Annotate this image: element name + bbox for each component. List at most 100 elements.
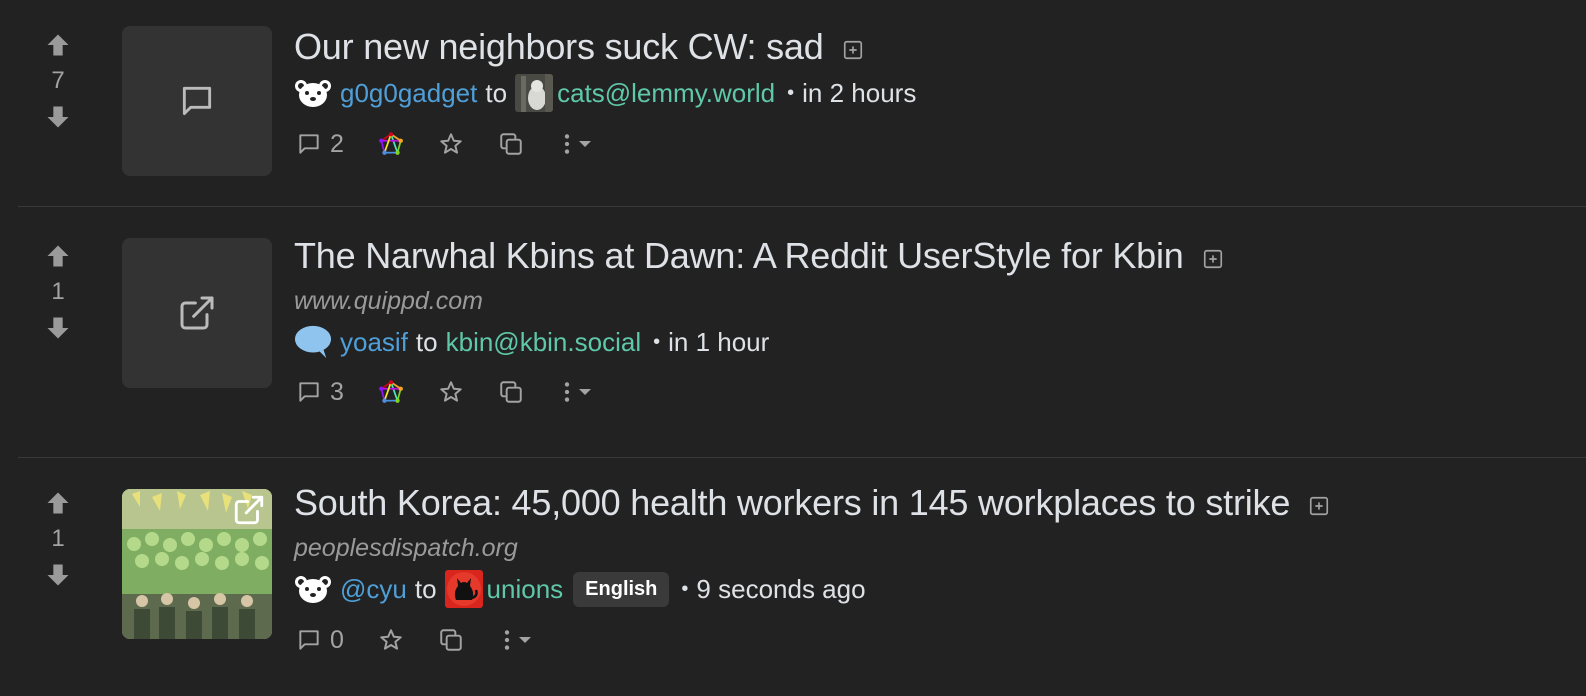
vote-column: 7 [40,30,76,132]
to-label: to [485,77,508,108]
post-actions: 3 [296,374,594,410]
post-author[interactable]: yoasif [340,327,408,358]
post-title-row: Our new neighbors suck CW: sad [294,26,864,68]
post-feed: 7 Our new neighbors suck CW: sad g0g0gad… [0,0,1586,696]
speech-bubble-avatar-icon [294,325,332,359]
meta-separator: • [653,330,661,353]
language-badge: English [573,571,670,607]
meta-separator: • [787,81,795,104]
cat-photo-icon [515,74,554,112]
post-score: 7 [51,67,65,94]
post-title[interactable]: South Korea: 45,000 health workers in 14… [294,482,1290,524]
vote-column: 1 [40,488,76,590]
user-avatar[interactable] [294,570,332,608]
to-label: to [415,326,438,357]
downvote-button[interactable] [43,313,73,343]
post-score: 1 [51,278,65,305]
arrow-up-icon [47,245,69,267]
crosspost-button[interactable] [498,379,524,405]
comment-icon [299,630,319,650]
comments-button[interactable]: 3 [296,378,344,407]
user-avatar[interactable] [294,323,332,361]
post-author[interactable]: @cyu [340,574,407,605]
comments-button[interactable]: 2 [296,130,344,159]
copy-icon [500,381,522,403]
vote-column: 1 [40,241,76,343]
external-link-icon [234,495,264,525]
black-cat-logo-icon [444,570,483,608]
arrow-down-icon [47,106,69,128]
post-listing: 7 Our new neighbors suck CW: sad g0g0gad… [0,0,1586,206]
fediverse-link-button[interactable] [378,131,404,157]
post-score: 1 [51,525,65,552]
comments-button[interactable]: 0 [296,626,344,655]
community-icon[interactable] [515,74,554,112]
save-button[interactable] [378,627,404,653]
crosspost-button[interactable] [498,131,524,157]
community-icon[interactable] [444,570,483,608]
post-listing: 1 South Korea: 45,000 health workers in … [0,458,1586,696]
arrow-down-icon [47,317,69,339]
post-thumbnail[interactable] [122,489,272,639]
comment-count: 2 [330,129,344,158]
fediverse-icon [378,380,403,403]
post-title[interactable]: The Narwhal Kbins at Dawn: A Reddit User… [294,235,1184,277]
comment-icon [299,134,319,154]
downvote-button[interactable] [43,560,73,590]
post-community[interactable]: cats@lemmy.world [557,78,775,109]
post-domain[interactable]: www.quippd.com [294,287,483,316]
dots-vertical-icon [564,382,570,402]
comment-icon [299,382,319,402]
star-icon [440,381,462,402]
copy-icon [500,133,522,155]
arrow-up-icon [47,492,69,514]
crosspost-button[interactable] [438,627,464,653]
caret-down-icon [578,141,591,147]
comment-count: 0 [330,625,344,654]
external-link-icon [180,296,214,330]
bear-avatar-icon [295,80,331,107]
post-author[interactable]: g0g0gadget [340,78,477,109]
save-button[interactable] [438,131,464,157]
more-actions-button[interactable] [498,627,534,653]
expand-icon[interactable] [1202,248,1224,270]
bear-avatar-icon [295,576,331,603]
upvote-button[interactable] [43,30,73,60]
dots-vertical-icon [504,630,510,650]
caret-down-icon [578,389,591,395]
downvote-button[interactable] [43,102,73,132]
comment-count: 3 [330,377,344,406]
post-community[interactable]: unions [487,574,564,605]
post-thumbnail[interactable] [122,238,272,388]
post-actions: 0 [296,622,534,658]
post-title-row: The Narwhal Kbins at Dawn: A Reddit User… [294,235,1224,277]
post-time: 9 seconds ago [696,573,866,604]
save-button[interactable] [438,379,464,405]
post-thumbnail[interactable] [122,26,272,176]
user-avatar[interactable] [294,74,332,112]
caret-down-icon [518,637,531,643]
more-actions-button[interactable] [558,131,594,157]
post-meta: g0g0gadget to cats@lemmy.world • in 2 ho… [294,74,916,112]
post-meta: @cyu to unions English • 9 seconds ago [294,570,866,608]
meta-separator: • [681,577,689,600]
fediverse-link-button[interactable] [378,379,404,405]
upvote-button[interactable] [43,488,73,518]
post-community[interactable]: kbin@kbin.social [446,327,641,358]
post-domain[interactable]: peoplesdispatch.org [294,534,518,563]
fediverse-icon [378,132,403,155]
more-actions-button[interactable] [558,379,594,405]
post-actions: 2 [296,126,594,162]
upvote-button[interactable] [43,241,73,271]
star-icon [380,629,402,650]
post-time: in 1 hour [668,326,770,357]
expand-icon[interactable] [842,39,864,61]
post-title[interactable]: Our new neighbors suck CW: sad [294,26,824,68]
post-time: in 2 hours [802,77,917,108]
arrow-up-icon [47,34,69,56]
expand-icon[interactable] [1308,495,1330,517]
comment-icon [182,86,212,116]
post-meta: yoasif to kbin@kbin.social • in 1 hour [294,323,769,361]
to-label: to [414,573,437,604]
post-listing: 1 The Narwhal Kbins at Dawn: A Reddit Us… [0,207,1586,457]
